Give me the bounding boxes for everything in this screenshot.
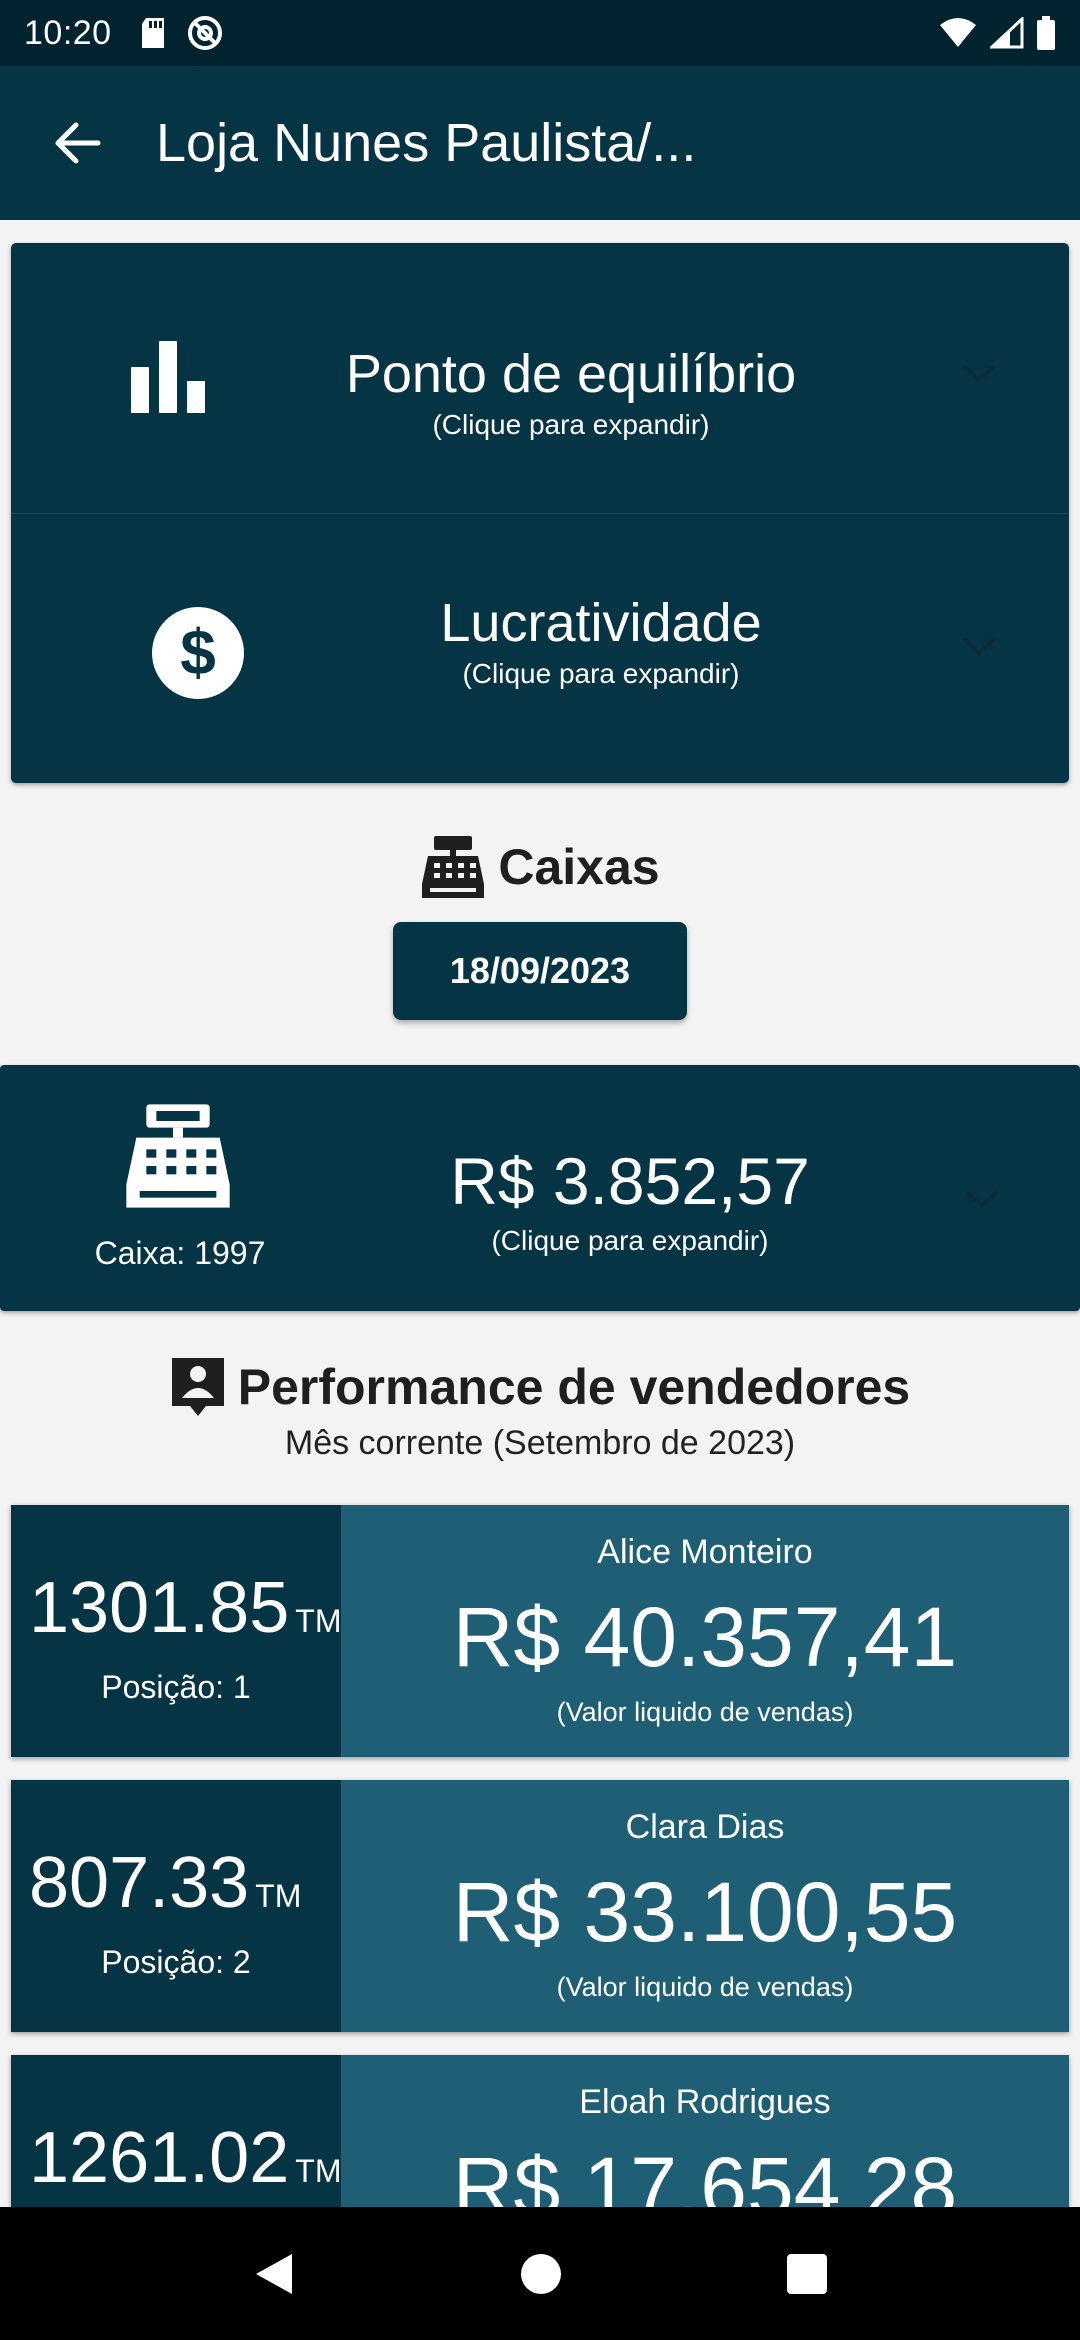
seller-sales-panel: Alice Monteiro R$ 40.357,41 (Valor liqui… — [341, 1505, 1069, 1757]
seller-tm-value: 807.33 TM — [29, 1843, 302, 1923]
caixa-subtitle: (Clique para expandir) — [491, 1225, 769, 1256]
home-circle-icon[interactable] — [519, 2252, 563, 2296]
status-icons-left — [138, 14, 224, 52]
dollar-circle-icon: $ — [152, 607, 244, 699]
chevron-down-icon — [963, 365, 995, 383]
seller-card[interactable]: 1301.85 TM Posição: 1 Alice Monteiro R$ 4… — [11, 1505, 1069, 1757]
seller-card[interactable]: 1261.02 TM Eloah Rodrigues R$ 17.654,28 — [11, 2055, 1069, 2207]
app-title: Loja Nunes Paulista/... — [156, 113, 697, 173]
wifi-icon — [940, 18, 976, 47]
summary-row-title: Lucratividade — [440, 593, 762, 653]
back-triangle-icon[interactable] — [252, 2250, 296, 2298]
caixa-number: Caixa: 1997 — [94, 1235, 266, 1271]
signal-icon — [990, 17, 1024, 49]
caixas-heading: Caixas — [0, 834, 1080, 900]
tm-suffix: TM — [295, 2153, 342, 2189]
bar-chart-icon — [131, 341, 205, 413]
seller-name: Eloah Rodrigues — [579, 2083, 831, 2121]
seller-tm-value: 1261.02 TM — [29, 2118, 342, 2198]
cash-register-icon — [422, 836, 485, 898]
summary-row-lucratividade[interactable]: $ Lucratividade (Clique para expandir) — [11, 513, 1069, 783]
no-disturb-icon — [187, 16, 222, 50]
seller-sales-note: (Valor liquido de vendas) — [556, 1697, 854, 1727]
seller-card[interactable]: 807.33 TM Posição: 2 Clara Dias R$ 33.100… — [11, 1780, 1069, 2032]
status-icons-right — [938, 16, 1056, 50]
status-time: 10:20 — [24, 13, 112, 52]
tm-suffix: TM — [255, 1878, 302, 1914]
status-bar: 10:20 — [0, 0, 1080, 66]
cash-register-icon — [126, 1104, 230, 1208]
caixa-card[interactable]: Caixa: 1997 R$ 3.852,57 (Clique para exp… — [0, 1065, 1080, 1311]
seller-tm-panel: 1301.85 TM Posição: 1 — [11, 1505, 341, 1757]
seller-sales-note: (Valor liquido de vendas) — [556, 1972, 854, 2002]
seller-position: Posição: 1 — [101, 1669, 251, 1705]
chevron-down-icon — [966, 1191, 998, 1209]
recents-square-icon[interactable] — [786, 2253, 828, 2295]
navigation-bar — [0, 2207, 1080, 2340]
summary-row-text: Lucratividade (Clique para expandir) — [241, 592, 961, 690]
seller-tm-value: 1301.85 TM — [29, 1568, 342, 1648]
date-picker-button[interactable]: 18/09/2023 — [393, 922, 687, 1020]
tm-suffix: TM — [295, 1603, 342, 1639]
performance-title: Performance de vendedores — [237, 1359, 911, 1415]
contact-badge-icon — [171, 1358, 224, 1416]
svg-text:$: $ — [180, 616, 216, 688]
seller-tm-panel: 1261.02 TM — [11, 2055, 341, 2207]
chevron-down-icon — [963, 638, 995, 656]
summary-row-title: Ponto de equilíbrio — [345, 344, 797, 404]
seller-sales-value: R$ 40.357,41 — [452, 1590, 958, 1684]
performance-subtitle: Mês corrente (Setembro de 2023) — [284, 1424, 796, 1462]
sd-card-icon — [141, 18, 164, 48]
back-arrow-icon[interactable] — [52, 121, 102, 165]
summary-card: Ponto de equilíbrio (Clique para expandi… — [11, 243, 1069, 783]
summary-row-subtitle: (Clique para expandir) — [462, 658, 740, 689]
seller-name: Clara Dias — [625, 1808, 785, 1846]
seller-tm-panel: 807.33 TM Posição: 2 — [11, 1780, 341, 2032]
caixas-title: Caixas — [498, 839, 660, 895]
summary-row-text: Ponto de equilíbrio (Clique para expandi… — [211, 343, 931, 441]
screen-content: 10:20 Loja Nunes Paulista/... Ponto de e… — [0, 0, 1080, 2207]
app-bar: Loja Nunes Paulista/... — [0, 66, 1080, 220]
seller-sales-value: R$ 33.100,55 — [452, 1865, 958, 1959]
performance-heading: Performance de vendedores — [0, 1356, 1080, 1418]
battery-icon — [1037, 16, 1055, 50]
caixa-value: R$ 3.852,57 — [450, 1144, 810, 1218]
seller-name: Alice Monteiro — [597, 1533, 813, 1571]
seller-position: Posição: 2 — [101, 1944, 251, 1980]
seller-sales-panel: Clara Dias R$ 33.100,55 (Valor liquido d… — [341, 1780, 1069, 2032]
seller-sales-panel: Eloah Rodrigues R$ 17.654,28 — [341, 2055, 1069, 2207]
summary-row-ponto-equilibrio[interactable]: Ponto de equilíbrio (Clique para expandi… — [11, 243, 1069, 513]
summary-row-subtitle: (Clique para expandir) — [432, 409, 710, 440]
seller-sales-value: R$ 17.654,28 — [452, 2140, 958, 2207]
